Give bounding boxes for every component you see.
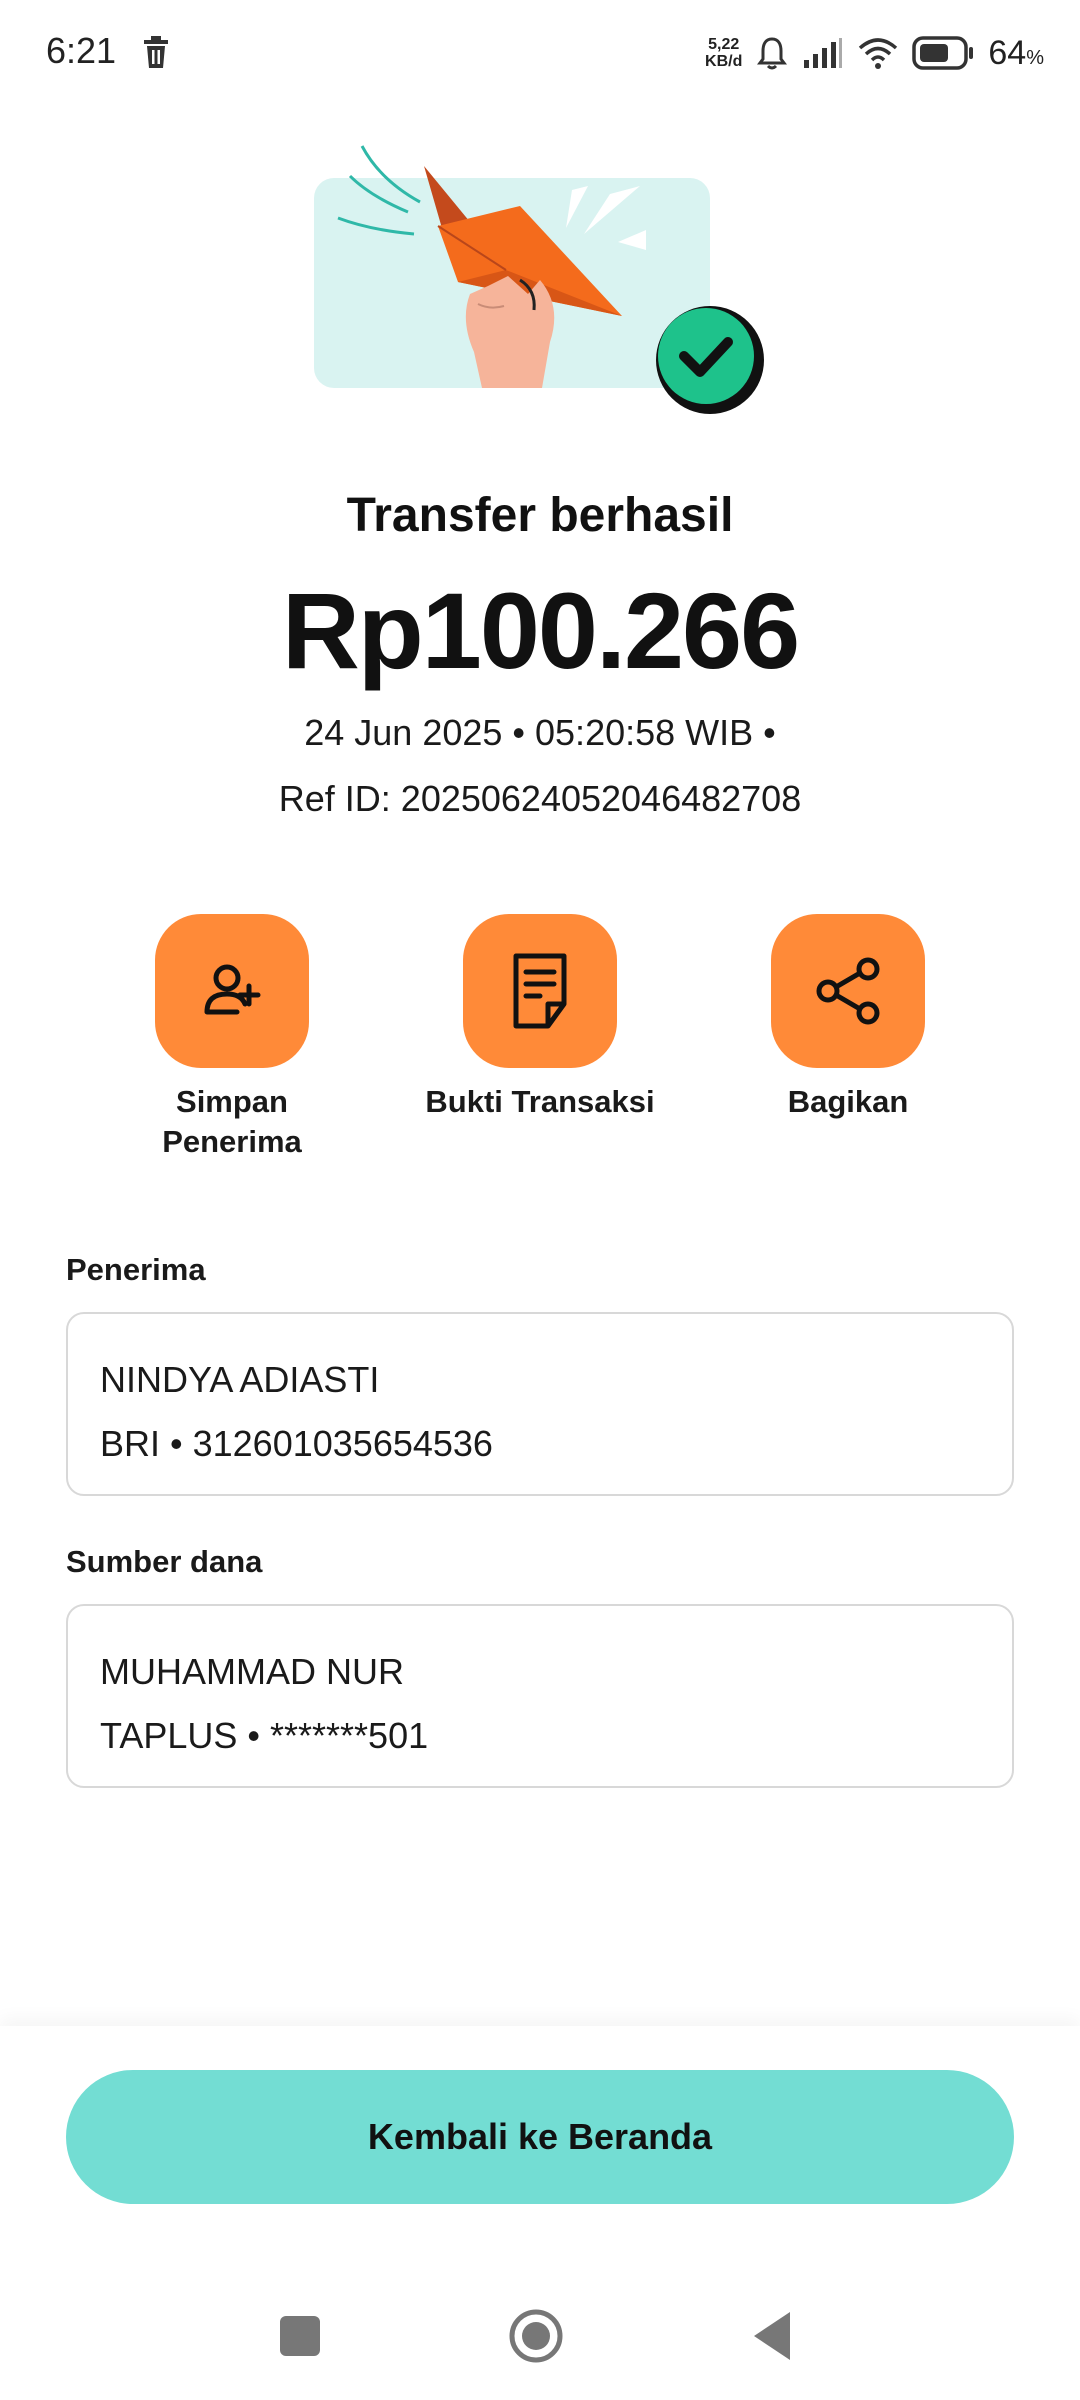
receipt-icon bbox=[513, 953, 567, 1029]
trash-icon bbox=[144, 36, 168, 68]
source-account: TAPLUS • *******501 bbox=[100, 1715, 429, 1756]
receipt-label: Bukti Transaksi bbox=[425, 1084, 655, 1119]
recent-apps-button[interactable] bbox=[280, 2316, 320, 2356]
back-to-home-button[interactable]: Kembali ke Beranda bbox=[66, 2070, 1014, 2204]
home-nav-button[interactable] bbox=[508, 2308, 564, 2364]
save-recipient-button[interactable]: Simpan Penerima bbox=[102, 914, 362, 1162]
transfer-datetime: 24 Jun 2025 • 05:20:58 WIB • bbox=[304, 712, 776, 753]
source-section-label: Sumber dana bbox=[66, 1544, 263, 1579]
transfer-amount: Rp100.266 bbox=[281, 570, 800, 691]
battery-icon bbox=[912, 36, 974, 70]
recipient-section-label: Penerima bbox=[66, 1252, 206, 1287]
signal-icon bbox=[804, 38, 843, 68]
share-icon bbox=[816, 957, 880, 1025]
battery-percent: 64% bbox=[988, 33, 1044, 72]
reference-id: Ref ID: 20250624052046482708 bbox=[278, 778, 802, 819]
alarm-icon bbox=[757, 37, 788, 70]
page-title: Transfer berhasil bbox=[346, 489, 734, 542]
recipient-name: NINDYA ADIASTI bbox=[100, 1359, 380, 1400]
transfer-success-illustration bbox=[314, 145, 764, 414]
system-navigation-bar bbox=[0, 2290, 1080, 2390]
share-button[interactable]: Bagikan bbox=[718, 914, 978, 1122]
save-recipient-icon-tile[interactable] bbox=[155, 914, 309, 1068]
wifi-icon bbox=[859, 38, 898, 69]
share-icon-tile[interactable] bbox=[771, 914, 925, 1068]
recipient-account: BRI • 312601035654536 bbox=[100, 1423, 493, 1464]
back-nav-button[interactable] bbox=[752, 2310, 792, 2362]
status-right: 5,22 KB/d 64% bbox=[705, 28, 1044, 78]
status-time: 6:21 bbox=[46, 30, 117, 71]
status-bar: 6:21 5,22 KB/d 64% bbox=[0, 0, 1080, 108]
receipt-button[interactable]: Bukti Transaksi bbox=[410, 914, 670, 1122]
source-name: MUHAMMAD NUR bbox=[100, 1651, 404, 1692]
share-label: Bagikan bbox=[787, 1084, 909, 1119]
add-user-icon bbox=[204, 964, 261, 1015]
source-card: MUHAMMAD NUR TAPLUS • *******501 bbox=[66, 1604, 1014, 1788]
recipient-card: NINDYA ADIASTI BRI • 312601035654536 bbox=[66, 1312, 1014, 1496]
network-speed: 5,22 KB/d bbox=[705, 36, 743, 70]
receipt-icon-tile[interactable] bbox=[463, 914, 617, 1068]
save-recipient-label: Simpan Penerima bbox=[162, 1084, 302, 1159]
